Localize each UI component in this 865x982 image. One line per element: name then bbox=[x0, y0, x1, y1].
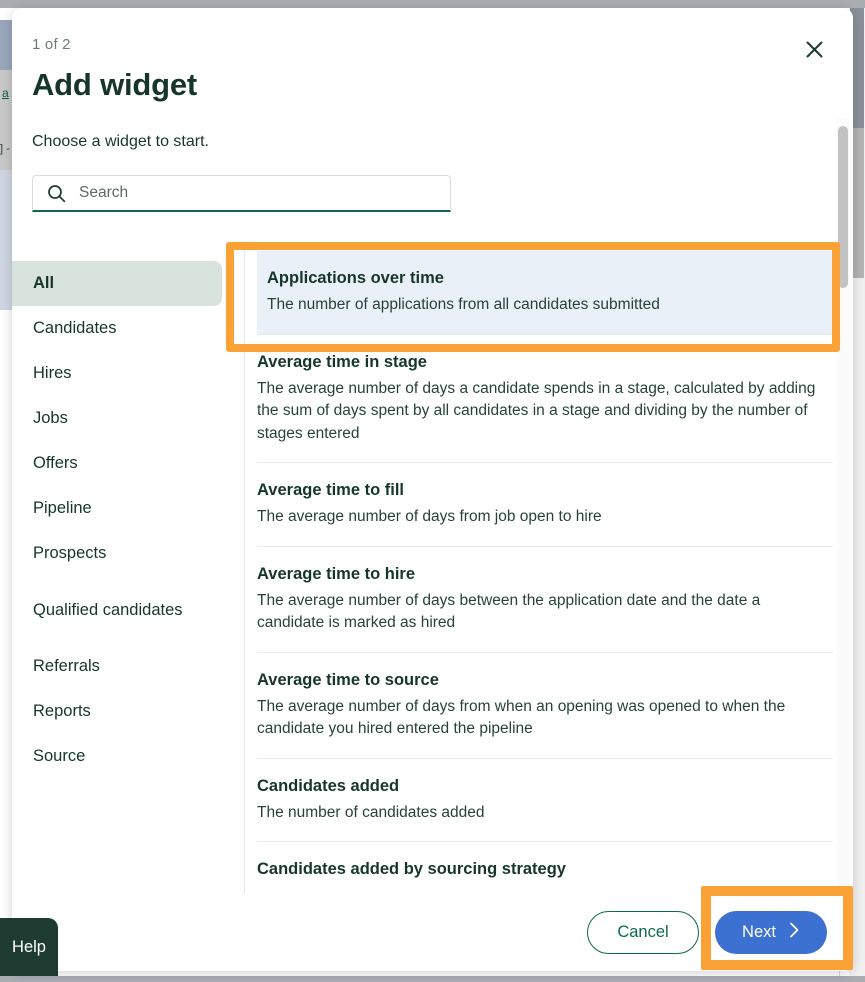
cancel-button[interactable]: Cancel bbox=[587, 910, 699, 954]
modal-footer: Cancel Next bbox=[12, 893, 853, 971]
modal-header: 1 of 2 Add widget Choose a widget to sta… bbox=[12, 8, 853, 151]
background-left-link[interactable]: a bbox=[2, 86, 9, 100]
close-icon bbox=[806, 41, 823, 58]
sidebar-item-referrals[interactable]: Referrals bbox=[12, 644, 222, 689]
category-sidebar: All Candidates Hires Jobs Offers Pipelin… bbox=[12, 251, 245, 893]
widget-name: Average time to fill bbox=[257, 481, 405, 499]
next-button[interactable]: Next bbox=[715, 910, 827, 954]
widget-description: The number of applications from all cand… bbox=[267, 296, 660, 313]
sidebar-item-jobs[interactable]: Jobs bbox=[12, 396, 222, 441]
widget-description: The average number of days a candidate s… bbox=[257, 379, 816, 442]
chevron-right-icon bbox=[789, 922, 800, 943]
widget-list-item-candidates-added-by-sourcing-strategy[interactable]: Candidates added by sourcing strategy bbox=[257, 841, 833, 893]
sidebar-item-all[interactable]: All bbox=[12, 261, 222, 306]
sidebar-item-label: All bbox=[33, 274, 55, 292]
sidebar-item-label: Hires bbox=[33, 364, 72, 382]
widget-list-item-average-time-to-fill[interactable]: Average time to fill The average number … bbox=[257, 462, 833, 546]
sidebar-item-label: Referrals bbox=[33, 657, 100, 675]
add-widget-modal: 1 of 2 Add widget Choose a widget to sta… bbox=[12, 8, 853, 971]
sidebar-item-reports[interactable]: Reports bbox=[12, 689, 222, 734]
sidebar-item-label: Offers bbox=[33, 454, 78, 472]
widget-list: Applications over time The number of app… bbox=[245, 251, 853, 893]
widget-description: The average number of days between the a… bbox=[257, 591, 761, 632]
widget-name: Average time to hire bbox=[257, 564, 416, 583]
sidebar-item-prospects[interactable]: Prospects bbox=[12, 531, 222, 576]
widget-name: Average time in stage bbox=[257, 352, 427, 371]
sidebar-item-label: Prospects bbox=[33, 544, 107, 562]
next-button-label: Next bbox=[742, 922, 776, 941]
step-indicator: 1 of 2 bbox=[32, 36, 71, 53]
widget-list-item-applications-over-time[interactable]: Applications over time The number of app… bbox=[257, 251, 833, 334]
background-top-strip bbox=[0, 0, 865, 8]
search-input[interactable] bbox=[79, 184, 450, 202]
sidebar-item-label: Reports bbox=[33, 702, 91, 720]
sidebar-item-source[interactable]: Source bbox=[12, 734, 222, 779]
widget-list-item-average-time-to-hire[interactable]: Average time to hire The average number … bbox=[257, 545, 833, 652]
search-field[interactable] bbox=[32, 175, 451, 212]
modal-body: All Candidates Hires Jobs Offers Pipelin… bbox=[12, 251, 853, 893]
sidebar-item-label: Jobs bbox=[33, 409, 68, 427]
widget-list-item-average-time-in-stage[interactable]: Average time in stage The average number… bbox=[257, 333, 833, 463]
widget-name: Average time to source bbox=[257, 670, 439, 689]
sidebar-item-pipeline[interactable]: Pipeline bbox=[12, 486, 222, 531]
widget-description: The average number of days from job open… bbox=[257, 508, 602, 525]
sidebar-item-label: Qualified candidates bbox=[33, 600, 183, 619]
sidebar-item-label: Source bbox=[33, 747, 86, 765]
sidebar-item-offers[interactable]: Offers bbox=[12, 441, 222, 486]
modal-scrollbar-thumb[interactable] bbox=[838, 126, 848, 288]
widget-description: The average number of days from when an … bbox=[257, 697, 786, 738]
widget-list-item-average-time-to-source[interactable]: Average time to source The average numbe… bbox=[257, 651, 833, 758]
sidebar-item-candidates[interactable]: Candidates bbox=[12, 306, 222, 351]
modal-subtitle: Choose a widget to start. bbox=[32, 133, 209, 150]
sidebar-item-label: Pipeline bbox=[33, 499, 92, 517]
help-button[interactable]: Help bbox=[0, 918, 58, 976]
help-label: Help bbox=[12, 937, 46, 956]
sidebar-item-label: Candidates bbox=[33, 319, 117, 337]
page-title: Add widget bbox=[32, 67, 198, 102]
widget-list-item-candidates-added[interactable]: Candidates added The number of candidate… bbox=[257, 757, 833, 842]
search-icon bbox=[47, 184, 66, 203]
widget-name: Candidates added by sourcing strategy bbox=[257, 860, 566, 878]
background-bottom-strip bbox=[0, 976, 865, 982]
close-button[interactable] bbox=[797, 32, 831, 66]
widget-description: The number of candidates added bbox=[257, 803, 485, 821]
sidebar-item-qualified-candidates[interactable]: Qualified candidates bbox=[12, 576, 222, 644]
sidebar-item-hires[interactable]: Hires bbox=[12, 351, 222, 396]
widget-name: Candidates added bbox=[257, 776, 400, 795]
widget-name: Applications over time bbox=[267, 269, 444, 287]
